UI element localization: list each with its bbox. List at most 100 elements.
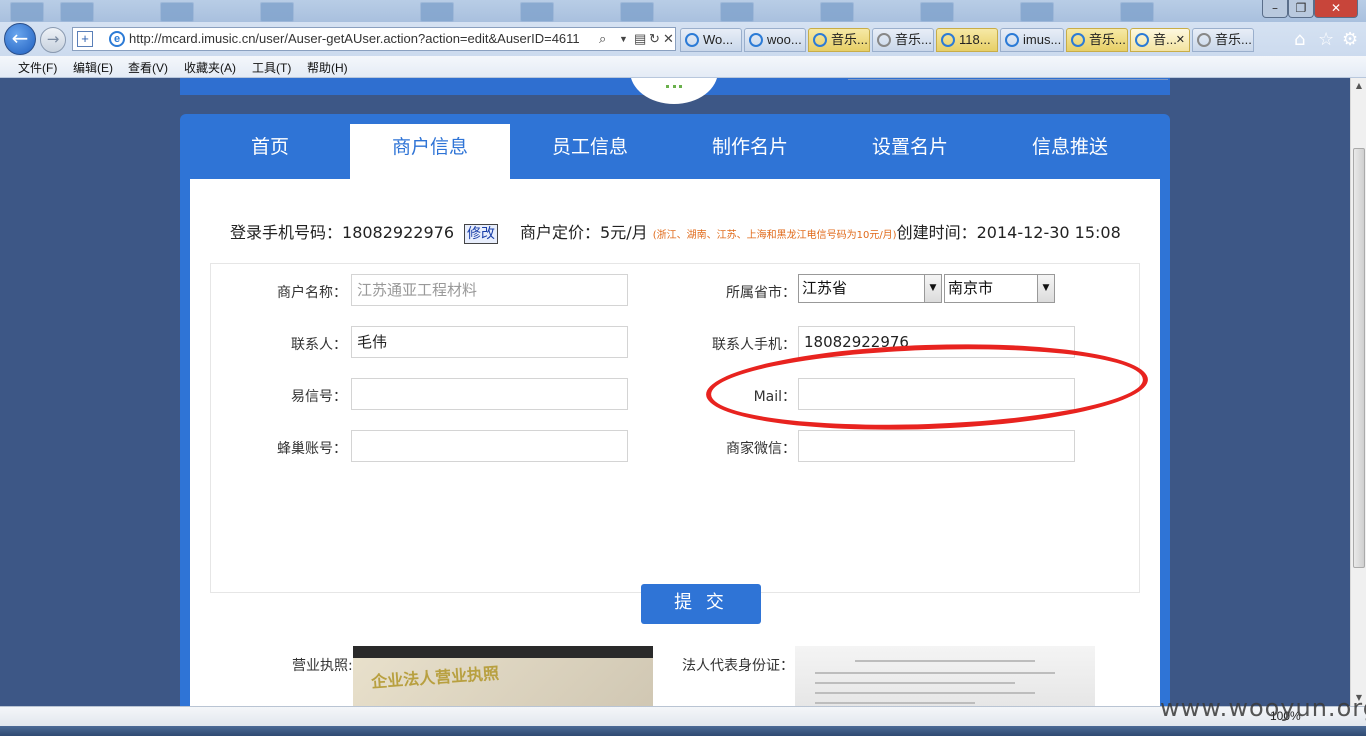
wechat-label: 商家微信：: [726, 441, 796, 457]
browser-tab[interactable]: 音乐...: [1192, 28, 1254, 52]
ie-icon: [1005, 33, 1019, 47]
scroll-thumb[interactable]: [1353, 148, 1365, 568]
ie-icon: [685, 33, 699, 47]
thumbnail: [60, 2, 94, 22]
doc-line: [815, 682, 1015, 684]
fengchao-label: 蜂巢账号：: [277, 441, 347, 457]
menu-help[interactable]: 帮助(H): [307, 59, 348, 76]
license-label: 营业执照:: [292, 658, 353, 674]
province-select[interactable]: 江苏省 ▼: [798, 274, 942, 303]
tab-push-messages[interactable]: 信息推送: [990, 124, 1150, 179]
browser-tab[interactable]: woo...: [744, 28, 806, 52]
home-icon[interactable]: ⌂: [1294, 29, 1305, 50]
merchant-name-input[interactable]: 江苏通亚工程材料: [351, 274, 628, 306]
city-select[interactable]: 南京市 ▼: [944, 274, 1055, 303]
tab-make-card[interactable]: 制作名片: [670, 124, 830, 179]
browser-tab-active[interactable]: 音... ✕: [1130, 28, 1190, 52]
province-value: 江苏省: [802, 279, 848, 297]
submit-button[interactable]: 提 交: [641, 584, 761, 624]
tab-label: Wo...: [703, 32, 734, 47]
stop-icon[interactable]: ✕: [663, 28, 674, 50]
search-icon[interactable]: ⌕: [599, 28, 606, 50]
ie-icon: e: [109, 31, 125, 47]
account-info-line: 登录手机号码：18082922976 修改 商户定价：5元/月 (浙江、湖南、江苏、…: [230, 219, 1121, 244]
yixin-input[interactable]: [351, 378, 628, 410]
thumbnail: [1020, 2, 1054, 22]
close-window-button[interactable]: ✕: [1314, 0, 1358, 18]
license-image-text: 企业法人营业执照: [370, 663, 500, 692]
loading-icon: [1197, 33, 1211, 47]
settings-gear-icon[interactable]: ⚙: [1342, 29, 1358, 50]
doc-line: [855, 660, 1035, 662]
thumbnail: [260, 2, 294, 22]
menu-edit[interactable]: 编辑(E): [73, 59, 113, 76]
business-license-image[interactable]: 企业法人营业执照: [353, 646, 653, 706]
browser-tab[interactable]: 音乐...: [808, 28, 870, 52]
contact-input[interactable]: 毛伟: [351, 326, 628, 358]
merchant-name-label: 商户名称：: [277, 285, 347, 301]
ie-icon: [1135, 33, 1149, 47]
menu-bar: 文件(F) 编辑(E) 查看(V) 收藏夹(A) 工具(T) 帮助(H): [0, 56, 1366, 78]
tab-card-settings[interactable]: 设置名片: [830, 124, 990, 179]
content-panel: 登录手机号码：18082922976 修改 商户定价：5元/月 (浙江、湖南、江苏、…: [190, 179, 1160, 706]
tab-label: 音乐...: [895, 32, 932, 47]
thumbnail: [620, 2, 654, 22]
minimize-button[interactable]: –: [1262, 0, 1288, 18]
thumbnail: [420, 2, 454, 22]
windows-taskbar: [0, 726, 1366, 736]
wechat-input[interactable]: [798, 430, 1075, 462]
price-value: 5元/月: [600, 223, 648, 242]
url-text: http://mcard.imusic.cn/user/Auser-getAUs…: [129, 31, 580, 46]
thumbnail: [820, 2, 854, 22]
price-label: 商户定价：: [520, 223, 601, 242]
legal-id-label: 法人代表身份证：: [682, 658, 794, 674]
header-divider: [848, 79, 1168, 80]
browser-tab[interactable]: 音乐...: [1066, 28, 1128, 52]
thumbnail: [160, 2, 194, 22]
menu-view[interactable]: 查看(V): [128, 59, 168, 76]
ie-icon: [941, 33, 955, 47]
tab-home[interactable]: 首页: [190, 124, 350, 179]
forward-button[interactable]: →: [40, 27, 66, 53]
tab-label: 音乐...: [1089, 32, 1126, 47]
favorites-icon[interactable]: ☆: [1318, 29, 1334, 50]
nav-tabs: 首页 商户信息 员工信息 制作名片 设置名片 信息推送: [180, 124, 1170, 179]
menu-file[interactable]: 文件(F): [18, 59, 57, 76]
browser-tab[interactable]: 118...: [936, 28, 998, 52]
tab-staff-info[interactable]: 员工信息: [510, 124, 670, 179]
menu-tools[interactable]: 工具(T): [252, 59, 291, 76]
ie-icon: [1071, 33, 1085, 47]
address-bar[interactable]: + e http://mcard.imusic.cn/user/Auser-ge…: [72, 27, 676, 51]
vertical-scrollbar[interactable]: ▲ ▼: [1350, 78, 1366, 706]
tab-label: imus...: [1023, 32, 1062, 47]
ie-icon: [749, 33, 763, 47]
created-label: 创建时间：: [896, 223, 977, 242]
thumbnail: [520, 2, 554, 22]
browser-tab[interactable]: Wo...: [680, 28, 742, 52]
maximize-button[interactable]: ❐: [1288, 0, 1314, 18]
contact-phone-label: 联系人手机：: [712, 337, 796, 353]
close-tab-icon[interactable]: ✕: [1176, 29, 1185, 51]
thumbnail: [10, 2, 44, 22]
refresh-icon[interactable]: ↻: [649, 28, 660, 50]
scroll-up-icon[interactable]: ▲: [1351, 78, 1366, 94]
province-label: 所属省市：: [726, 285, 796, 301]
edit-phone-button[interactable]: 修改: [464, 224, 498, 244]
doc-line: [815, 702, 975, 704]
thumbnail: [920, 2, 954, 22]
tab-label: woo...: [767, 32, 802, 47]
fengchao-input[interactable]: [351, 430, 628, 462]
menu-favorites[interactable]: 收藏夹(A): [184, 59, 236, 76]
back-button[interactable]: ←: [4, 23, 36, 55]
browser-tab[interactable]: 音乐...: [872, 28, 934, 52]
browser-tab[interactable]: imus...: [1000, 28, 1064, 52]
add-favorite-icon[interactable]: +: [77, 31, 93, 47]
doc-line: [815, 672, 1055, 674]
tab-label: 音乐...: [831, 32, 868, 47]
thumbnail: [720, 2, 754, 22]
tab-merchant-info[interactable]: 商户信息: [350, 124, 510, 179]
legal-id-image[interactable]: [795, 646, 1095, 706]
loading-icon: [877, 33, 891, 47]
dropdown-icon[interactable]: ▼: [619, 28, 628, 50]
compat-icon[interactable]: ▤: [634, 28, 646, 50]
